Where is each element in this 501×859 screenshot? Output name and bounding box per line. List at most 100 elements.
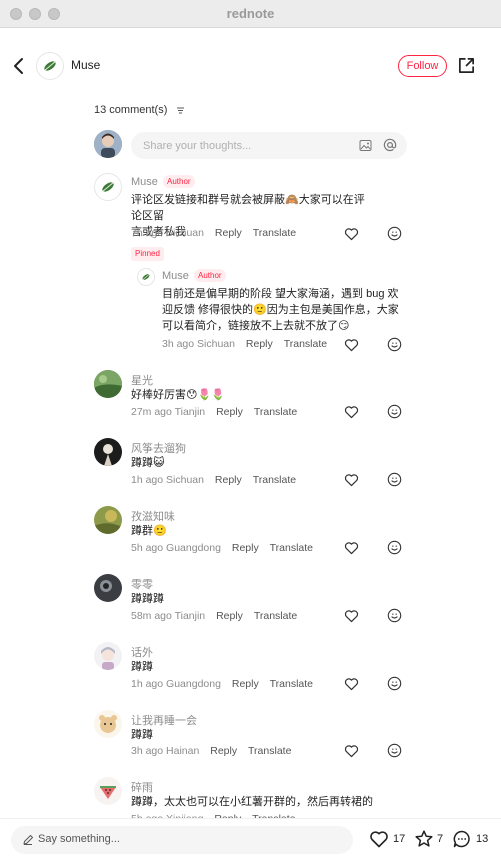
- smile-icon[interactable]: [387, 540, 402, 555]
- commenter-name[interactable]: 星光: [131, 372, 153, 388]
- commenter-avatar[interactable]: [94, 710, 122, 738]
- comment-meta: 3h ago Hainan Reply Translate: [131, 745, 291, 757]
- comment-time: 5h ago: [131, 542, 164, 554]
- commenter-avatar[interactable]: [94, 370, 122, 398]
- commenter-name[interactable]: Muse: [162, 270, 189, 282]
- leaf-logo-icon: [102, 182, 114, 192]
- commenter-name[interactable]: 孜滋知味: [131, 508, 175, 524]
- comment-time: 27m ago: [131, 406, 172, 418]
- reply-button[interactable]: Reply: [216, 610, 243, 622]
- comment-meta: 27m ago Tianjin Reply Translate: [131, 406, 297, 418]
- heart-icon[interactable]: [344, 609, 359, 623]
- commenter-name[interactable]: 话外: [131, 644, 153, 660]
- smile-icon[interactable]: [387, 226, 402, 241]
- smile-icon[interactable]: [387, 472, 402, 487]
- commenter-avatar[interactable]: [94, 574, 122, 602]
- reply-button[interactable]: Reply: [216, 406, 243, 418]
- comment-location: Tianjin: [174, 610, 206, 622]
- comment-count: 13 comment(s): [94, 104, 168, 116]
- comment-text-line: 目前还是偏早期的阶段 望大家海涵，遇到 bug 欢: [162, 288, 399, 300]
- commenter-name[interactable]: 碎雨: [131, 779, 153, 795]
- watermelon-portrait-icon: [94, 777, 122, 805]
- sort-icon[interactable]: [176, 106, 185, 115]
- commenter-avatar[interactable]: [94, 438, 122, 466]
- translate-button[interactable]: Translate: [270, 678, 313, 690]
- translate-button[interactable]: Translate: [270, 542, 313, 554]
- reply-button[interactable]: Reply: [232, 678, 259, 690]
- reply-button[interactable]: Reply: [232, 542, 259, 554]
- smile-icon[interactable]: [387, 676, 402, 691]
- translate-button[interactable]: Translate: [284, 338, 327, 350]
- user-portrait-icon: [94, 130, 122, 158]
- heart-icon[interactable]: [344, 473, 359, 487]
- comment-location: Tianjin: [174, 406, 206, 418]
- author-avatar[interactable]: [36, 52, 64, 80]
- comment-meta: 3h ago Sichuan Reply Translate: [162, 338, 327, 350]
- share-thoughts-input[interactable]: [143, 132, 343, 159]
- commenter-name[interactable]: 风筝去遛狗: [131, 440, 186, 456]
- heart-icon[interactable]: [344, 541, 359, 555]
- reply-button[interactable]: Reply: [210, 745, 237, 757]
- bottom-action-bar: Say something... 17 7 13: [0, 818, 501, 859]
- comment-meta: 7h ago Sichuan Reply Translate: [131, 227, 296, 239]
- follow-button[interactable]: Follow: [398, 55, 447, 77]
- comment-time: 7h ago: [131, 227, 164, 239]
- star-icon[interactable]: [414, 829, 434, 849]
- translate-button[interactable]: Translate: [254, 610, 297, 622]
- character-portrait-icon: [94, 438, 122, 466]
- share-thoughts-field[interactable]: [131, 132, 407, 159]
- share-icon[interactable]: [457, 56, 476, 75]
- comment-meta: 5h ago Guangdong Reply Translate: [131, 542, 313, 554]
- heart-icon[interactable]: [344, 227, 359, 241]
- commenter-avatar[interactable]: [94, 777, 122, 805]
- image-icon[interactable]: [359, 139, 372, 152]
- comment-meta: 58m ago Tianjin Reply Translate: [131, 610, 297, 622]
- comment-text: 好棒好厉害😯🌷🌷: [131, 389, 225, 401]
- author-name[interactable]: Muse: [71, 58, 100, 72]
- reply-button[interactable]: Reply: [215, 227, 242, 239]
- my-avatar: [94, 130, 122, 158]
- pencil-icon: [23, 835, 33, 845]
- comment-location: Sichuan: [166, 227, 204, 239]
- commenter-avatar[interactable]: [94, 642, 122, 670]
- dark-portrait-icon: [94, 574, 122, 602]
- commenter-name[interactable]: 让我再睡一会: [131, 712, 197, 728]
- smile-icon[interactable]: [387, 337, 402, 352]
- at-icon[interactable]: [383, 138, 397, 152]
- heart-icon[interactable]: [344, 744, 359, 758]
- leaf-logo-icon: [142, 273, 150, 281]
- star-count: 7: [437, 833, 444, 845]
- comment-text: 蹲蹲，太太也可以在小红薯开群的，然后再转裙的: [131, 796, 373, 808]
- back-arrow-icon[interactable]: [10, 56, 28, 76]
- reply-button[interactable]: Reply: [215, 474, 242, 486]
- reply-button[interactable]: Reply: [246, 338, 273, 350]
- comment-time: 58m ago: [131, 610, 172, 622]
- comment-location: Hainan: [166, 745, 200, 757]
- smile-icon[interactable]: [387, 608, 402, 623]
- comment-location: Sichuan: [166, 474, 204, 486]
- comment-text-line: 可以看简介，链接放不上去就不放了😏: [162, 320, 350, 332]
- commenter-avatar[interactable]: [94, 506, 122, 534]
- smile-icon[interactable]: [387, 404, 402, 419]
- translate-button[interactable]: Translate: [253, 227, 296, 239]
- say-something-field[interactable]: Say something...: [11, 826, 353, 854]
- commenter-avatar[interactable]: [137, 268, 155, 286]
- heart-icon[interactable]: [369, 829, 389, 849]
- leaf-logo-icon: [44, 61, 56, 71]
- commenter-name[interactable]: Muse: [131, 176, 158, 188]
- note-header: Muse Follow: [0, 28, 501, 104]
- comment-text: 目前还是偏早期的阶段 望大家海涵，遇到 bug 欢 迎反馈 修得很快的🙂因为主包…: [162, 286, 402, 334]
- comment-bubble-icon[interactable]: [452, 829, 472, 849]
- comment-time: 3h ago: [131, 745, 164, 757]
- comment-location: Sichuan: [197, 338, 235, 350]
- smile-icon[interactable]: [387, 743, 402, 758]
- comment-location: Guangdong: [166, 678, 221, 690]
- commenter-name[interactable]: 零零: [131, 576, 153, 592]
- translate-button[interactable]: Translate: [248, 745, 291, 757]
- heart-icon[interactable]: [344, 338, 359, 352]
- heart-icon[interactable]: [344, 677, 359, 691]
- translate-button[interactable]: Translate: [254, 406, 297, 418]
- translate-button[interactable]: Translate: [253, 474, 296, 486]
- commenter-avatar[interactable]: [94, 173, 122, 201]
- heart-icon[interactable]: [344, 405, 359, 419]
